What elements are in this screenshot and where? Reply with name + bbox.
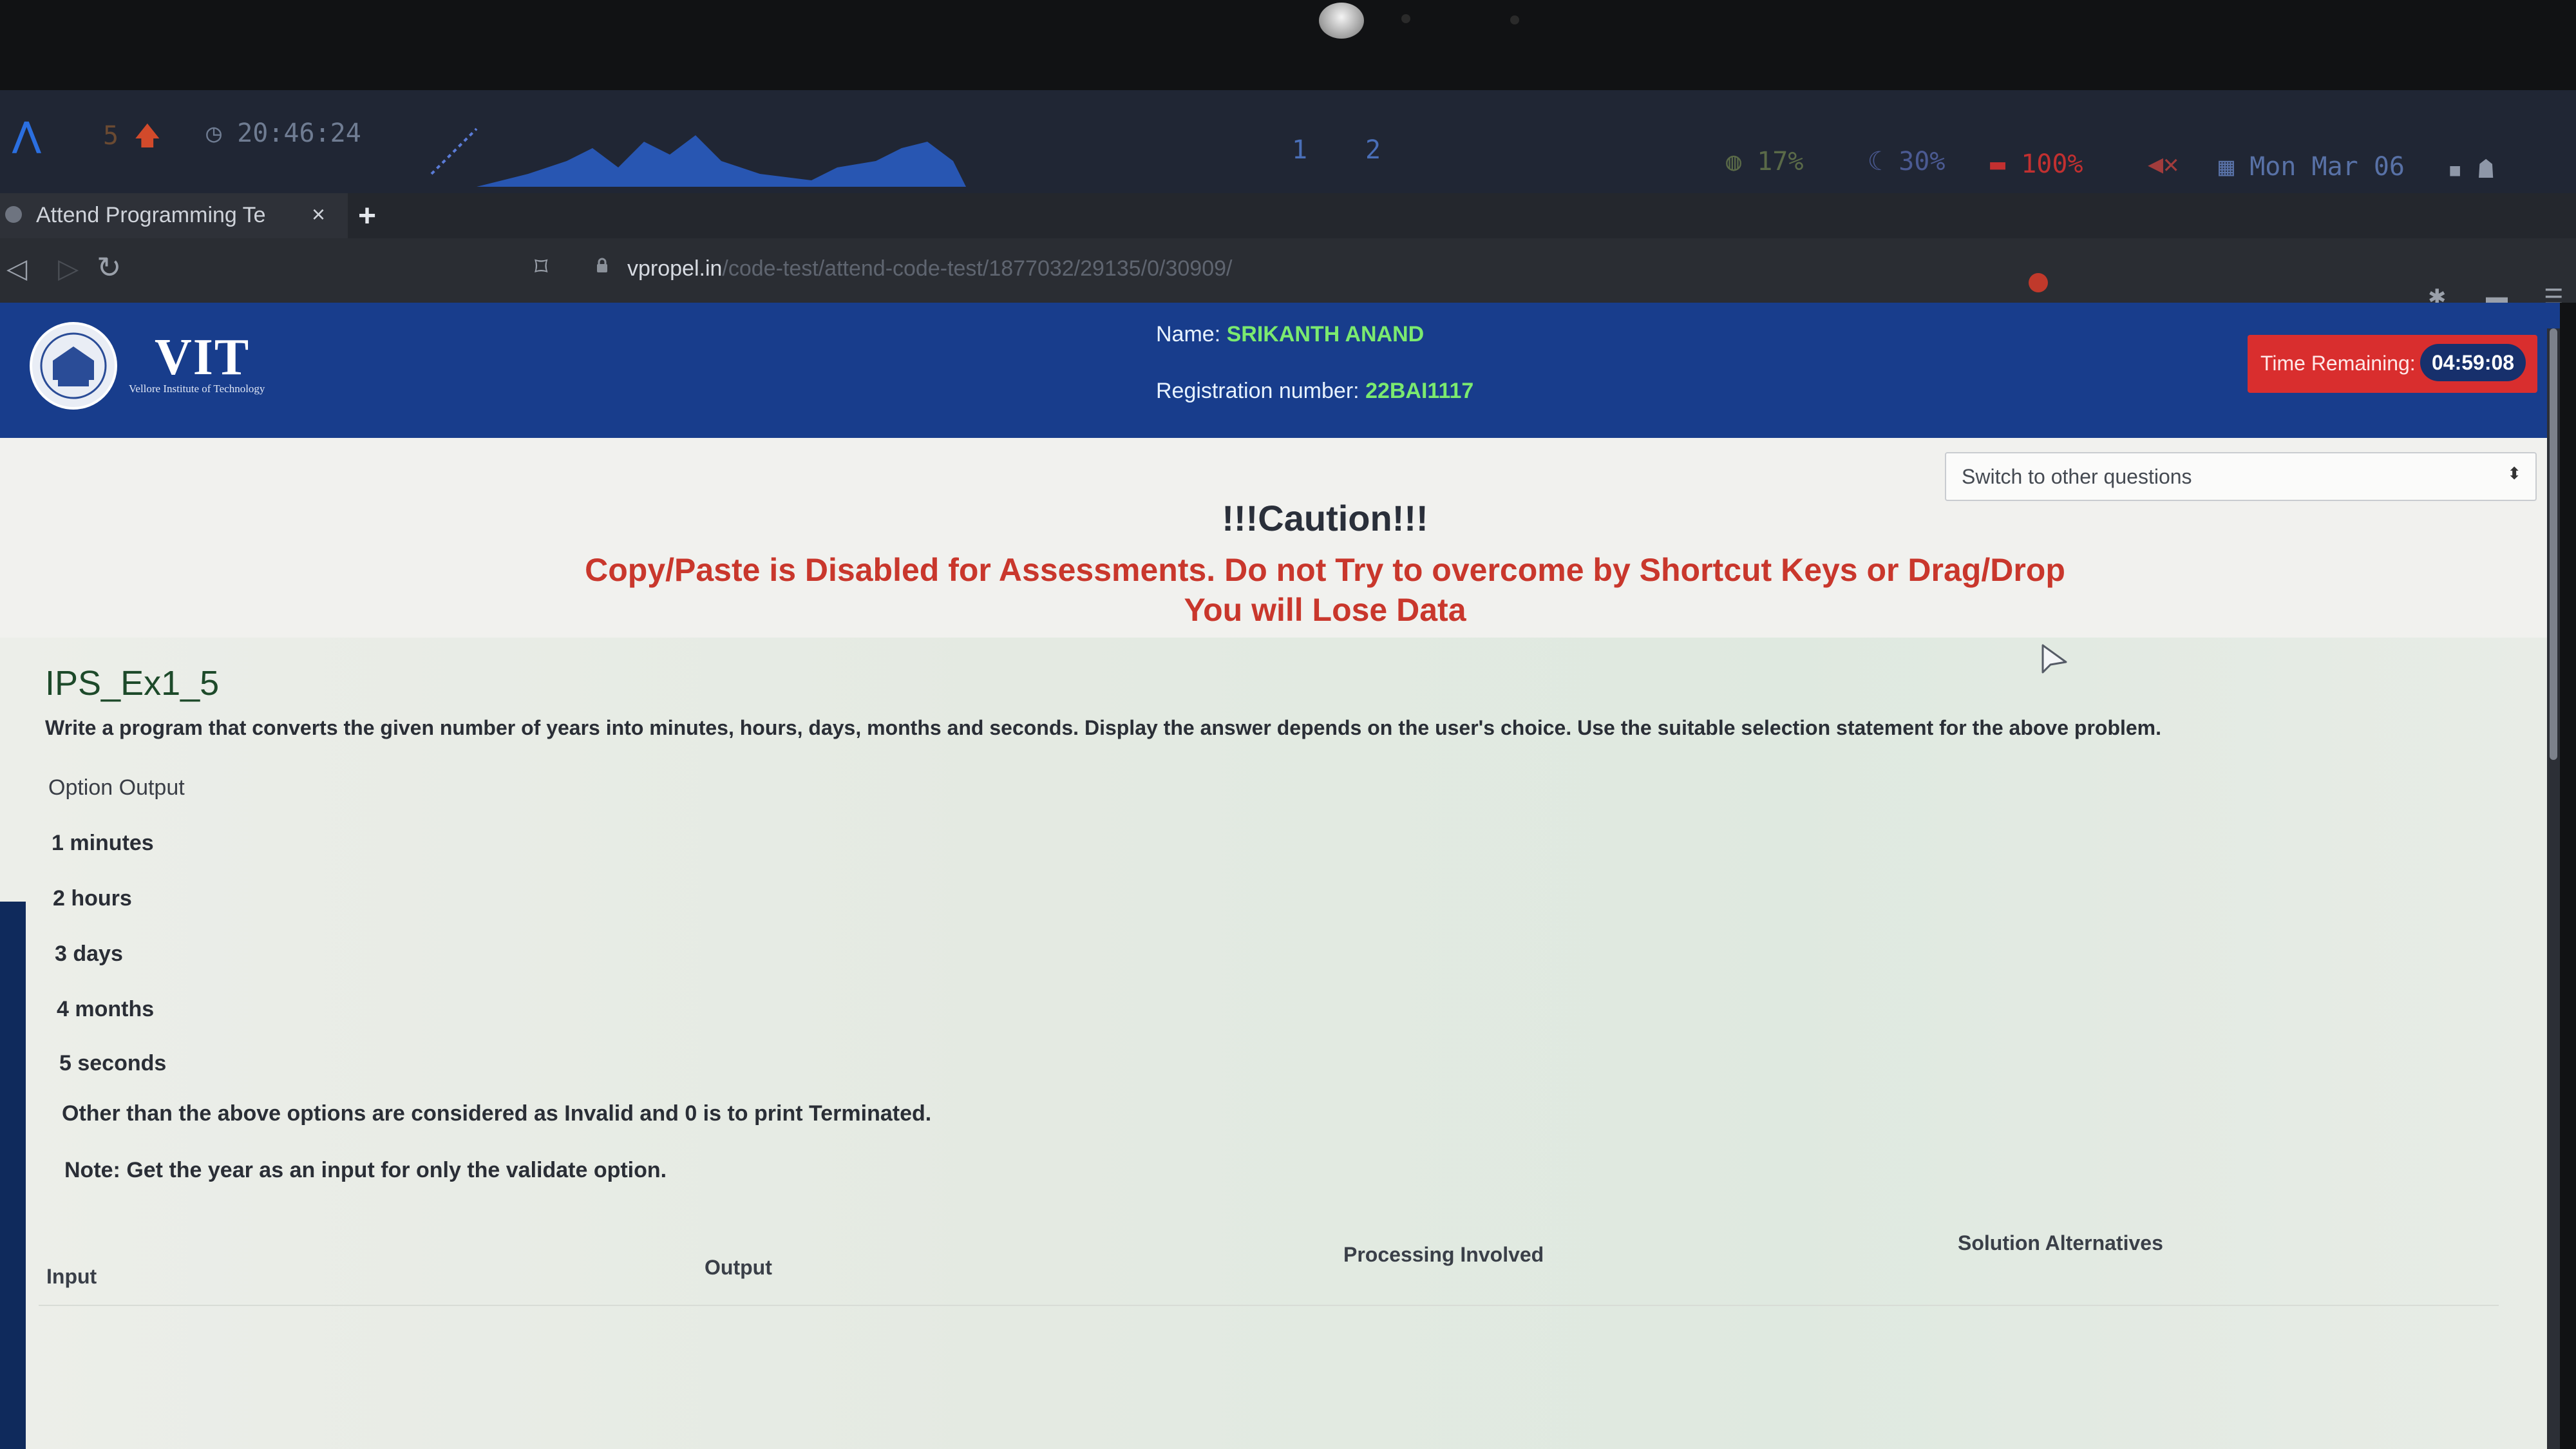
tab-title: Attend Programming Te: [36, 203, 266, 227]
browser-tab[interactable]: Attend Programming Te ×: [0, 193, 348, 238]
vit-seal-logo: [30, 322, 117, 410]
moon-icon: ☾: [1868, 147, 1884, 176]
table-divider: [39, 1305, 2499, 1306]
laptop-bezel-right: [2560, 303, 2576, 1449]
logo-text: VIT: [155, 329, 251, 386]
caution-title: !!!Caution!!!: [1222, 498, 1428, 538]
arch-logo-icon[interactable]: ⋀: [13, 116, 41, 155]
forward-icon[interactable]: ▷: [58, 252, 79, 284]
lock-icon: [597, 258, 607, 272]
scrollbar-thumb[interactable]: [2550, 328, 2557, 760]
column-header-solution: Solution Alternatives: [1958, 1231, 2163, 1255]
input-note: Note: Get the year as an input for only …: [64, 1158, 667, 1182]
network-activity-graph: [430, 128, 966, 187]
back-icon[interactable]: ◁: [6, 252, 27, 284]
camera-sensor-icon: [1510, 15, 1519, 24]
extension-icon[interactable]: [2029, 273, 2048, 292]
date-indicator: ▦ Mon Mar 06: [2219, 152, 2405, 182]
cpu-icon: ◍: [1726, 147, 1742, 176]
updates-count: 5: [103, 121, 119, 151]
reg-value: 22BAI1117: [1365, 379, 1474, 403]
url-domain: vpropel.in: [627, 256, 723, 281]
new-tab-button[interactable]: +: [358, 198, 376, 234]
option-item: 3 days: [55, 942, 123, 966]
question-content: Switch to other questions ⬍ !!!Caution!!…: [0, 438, 2560, 1449]
close-icon[interactable]: ×: [312, 201, 325, 228]
option-item: 4 months: [57, 997, 155, 1021]
arrow-up-icon: 🡅: [134, 121, 161, 151]
cpu-value: 17%: [1757, 147, 1804, 176]
time-remaining-label: Time Remaining:: [2260, 352, 2416, 375]
column-header-output: Output: [705, 1256, 772, 1279]
question-switcher-select[interactable]: Switch to other questions ⬍: [1945, 452, 2537, 501]
memory-value: 30%: [1899, 147, 1946, 176]
time-remaining-value: 04:59:08: [2420, 344, 2526, 381]
clock-icon: ◷: [206, 118, 222, 148]
cpu-indicator: ◍ 17%: [1726, 147, 1803, 176]
workspace-1[interactable]: 1: [1292, 135, 1307, 165]
logo-subtitle: Vellore Institute of Technology: [129, 383, 265, 395]
browser-tabstrip: Attend Programming Te × +: [0, 193, 2576, 238]
webcam-icon: [1319, 3, 1364, 39]
clock-time: 20:46:24: [237, 118, 361, 148]
option-item: 5 seconds: [59, 1051, 167, 1075]
address-bar[interactable]: vpropel.in/code-test/attend-code-test/18…: [627, 256, 1232, 281]
reg-label: Registration number:: [1156, 379, 1359, 403]
question-title: IPS_Ex1_5: [45, 664, 220, 703]
calendar-icon: ▦: [2219, 152, 2235, 182]
battery-value: 100%: [2021, 149, 2083, 179]
laptop-bezel: [0, 0, 2576, 90]
option-item: 1 minutes: [52, 831, 154, 855]
column-header-input: Input: [46, 1265, 97, 1288]
time-remaining-badge: Time Remaining: 04:59:08: [2248, 335, 2537, 393]
invalid-option-note: Other than the above options are conside…: [62, 1101, 932, 1126]
name-label: Name:: [1156, 322, 1221, 346]
question-description: Write a program that converts the given …: [45, 716, 2162, 739]
battery-indicator: ▬ 100%: [1990, 149, 2083, 179]
tray-icon[interactable]: ▪ ☗: [2447, 155, 2494, 184]
date-value: Mon Mar 06: [2249, 152, 2405, 182]
camera-sensor-icon: [1401, 14, 1410, 23]
option-item: 2 hours: [53, 886, 132, 911]
registration-number: Registration number: 22BAI1117: [1156, 379, 1473, 404]
page-scrollbar[interactable]: [2547, 328, 2560, 1449]
globe-icon: [5, 206, 22, 223]
reload-icon[interactable]: ↻: [97, 250, 122, 285]
battery-icon: ▬: [1990, 149, 2006, 179]
browser-navbar: ◁ ▷ ↻ ⌑ vpropel.in/code-test/attend-code…: [0, 238, 2576, 310]
candidate-name: Name: SRIKANTH ANAND: [1156, 322, 1424, 347]
mouse-cursor-icon: [2041, 644, 2067, 674]
caution-warning: You will Lose Data: [1184, 592, 1466, 628]
options-header: Option Output: [48, 775, 185, 800]
url-path: /code-test/attend-code-test/1877032/2913…: [722, 256, 1233, 281]
name-value: SRIKANTH ANAND: [1226, 322, 1425, 346]
column-header-processing: Processing Involved: [1343, 1243, 1544, 1266]
chevron-updown-icon: ⬍: [2507, 464, 2521, 483]
bookmark-icon[interactable]: ⌑: [535, 252, 548, 282]
volume-muted-icon[interactable]: ◀✕: [2148, 149, 2179, 179]
workspace-2[interactable]: 2: [1365, 135, 1381, 165]
memory-indicator: ☾ 30%: [1868, 147, 1945, 176]
screen-edge: [0, 902, 26, 1449]
page-header: VIT Vellore Institute of Technology Name…: [0, 303, 2560, 438]
updates-indicator[interactable]: 5 🡅: [103, 117, 160, 161]
clock: ◷ 20:46:24: [206, 118, 361, 148]
system-status-bar: ⋀ 5 🡅 ◷ 20:46:24 1 2 ◍ 17% ☾ 30% ▬ 100% …: [0, 90, 2576, 200]
question-switcher-placeholder: Switch to other questions: [1962, 465, 2192, 488]
caution-message: Copy/Paste is Disabled for Assessments. …: [585, 552, 2065, 588]
